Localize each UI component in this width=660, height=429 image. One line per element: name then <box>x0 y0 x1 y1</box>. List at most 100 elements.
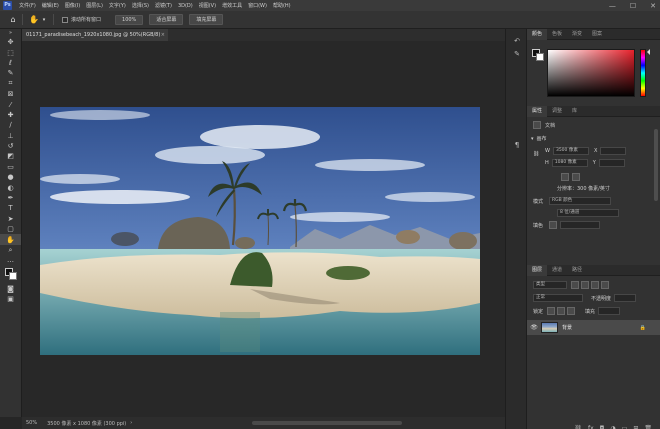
home-icon[interactable]: ⌂ <box>8 15 18 25</box>
layer-style-icon[interactable]: fx <box>588 425 594 429</box>
horizontal-scrollbar[interactable] <box>252 421 402 425</box>
layer-kind-filter[interactable]: 类型 <box>533 281 567 289</box>
adjustment-layer-icon[interactable]: ◑ <box>610 425 615 429</box>
eraser-tool-icon[interactable]: ◩ <box>0 151 21 161</box>
properties-scrollbar[interactable] <box>654 129 658 201</box>
menu-image[interactable]: 图像(I) <box>62 2 83 9</box>
menu-type[interactable]: 文字(Y) <box>106 2 129 9</box>
healing-brush-tool-icon[interactable]: ✚ <box>0 110 21 120</box>
scroll-all-windows-checkbox[interactable] <box>62 16 68 23</box>
chevron-down-icon[interactable]: ▾ <box>531 136 534 142</box>
document-tab[interactable]: 01171_paradisebeach_1920x1080.jpg @ 50%(… <box>22 29 168 41</box>
y-field[interactable] <box>598 159 625 167</box>
path-select-tool-icon[interactable]: ➤ <box>0 214 21 224</box>
tab-properties[interactable]: 属性 <box>527 105 548 117</box>
menu-filter[interactable]: 滤镜(T) <box>152 2 175 9</box>
menu-3d[interactable]: 3D(D) <box>175 3 196 9</box>
lock-position-icon[interactable] <box>557 307 566 315</box>
dodge-tool-icon[interactable]: ◐ <box>0 182 21 192</box>
crop-tool-icon[interactable]: ⌗ <box>0 79 21 89</box>
menu-help[interactable]: 帮助(H) <box>270 2 294 9</box>
history-brush-tool-icon[interactable]: ↺ <box>0 141 21 151</box>
tab-color[interactable]: 颜色 <box>527 28 548 40</box>
quick-mask-icon[interactable]: ◙ <box>0 284 21 294</box>
menu-plugins[interactable]: 增效工具 <box>219 2 245 9</box>
background-color-swatch[interactable] <box>9 271 17 280</box>
menu-layer[interactable]: 图层(L) <box>83 2 106 9</box>
rectangle-tool-icon[interactable]: ▢ <box>0 224 21 234</box>
orientation-portrait-icon[interactable] <box>561 173 569 181</box>
filter-pixel-icon[interactable] <box>571 281 579 289</box>
brush-tool-icon[interactable]: ∕ <box>0 120 21 130</box>
pen-tool-icon[interactable]: ✒ <box>0 193 21 203</box>
width-field[interactable]: 3500 像素 <box>552 147 589 155</box>
lock-all-icon[interactable] <box>567 307 576 315</box>
tab-adjustments[interactable]: 调整 <box>547 106 567 117</box>
layer-name[interactable]: 背景 <box>562 324 572 331</box>
lock-pixels-icon[interactable] <box>547 307 556 315</box>
filter-adjustment-icon[interactable] <box>581 281 589 289</box>
beach-image[interactable] <box>40 107 480 355</box>
layer-row-background[interactable]: 👁 背景 🔒 <box>527 320 660 335</box>
new-group-icon[interactable]: ▭ <box>622 425 628 429</box>
chevron-down-icon[interactable]: ▾ <box>39 15 49 25</box>
hand-tool-icon[interactable]: ✋ <box>0 234 21 245</box>
close-tab-icon[interactable]: × <box>161 29 165 41</box>
tab-layers[interactable]: 图层 <box>527 264 548 276</box>
tab-channels[interactable]: 通道 <box>547 265 567 276</box>
hue-slider-handle[interactable] <box>647 49 650 55</box>
zoom-100-button[interactable]: 100% <box>115 14 144 25</box>
menu-file[interactable]: 文件(F) <box>16 2 39 9</box>
menu-select[interactable]: 选择(S) <box>129 2 152 9</box>
new-layer-icon[interactable]: ⊞ <box>633 425 638 429</box>
opacity-field[interactable] <box>614 294 637 302</box>
panel-background-swatch[interactable] <box>536 53 544 61</box>
history-icon[interactable]: ↶ <box>506 35 528 48</box>
tab-libraries[interactable]: 库 <box>567 106 582 117</box>
menu-window[interactable]: 窗口(W) <box>245 2 270 9</box>
hue-slider[interactable] <box>640 49 646 97</box>
bit-depth-select[interactable]: 8 位/通道 <box>557 209 619 217</box>
visibility-eye-icon[interactable]: 👁 <box>529 324 539 331</box>
zoom-tool-icon[interactable]: ⌕ <box>0 245 21 255</box>
chevron-right-icon[interactable]: › <box>130 420 132 426</box>
orientation-landscape-icon[interactable] <box>572 173 580 181</box>
tab-swatches[interactable]: 色板 <box>547 29 567 40</box>
add-mask-icon[interactable]: ◘ <box>600 425 605 429</box>
layer-lock-icon[interactable]: 🔒 <box>640 325 646 331</box>
tab-paths[interactable]: 路径 <box>567 265 587 276</box>
type-tool-icon[interactable]: T <box>0 203 21 213</box>
move-tool-icon[interactable]: ✥ <box>0 37 21 47</box>
tab-patterns[interactable]: 图案 <box>587 29 607 40</box>
tab-gradients[interactable]: 渐变 <box>567 29 587 40</box>
hand-tool-icon[interactable]: ✋ <box>29 15 39 25</box>
eyedropper-tool-icon[interactable]: ⁄ <box>0 99 21 109</box>
frame-tool-icon[interactable]: ⊠ <box>0 89 21 99</box>
color-picker-field[interactable] <box>547 49 635 97</box>
fit-screen-button[interactable]: 适合屏幕 <box>149 14 184 25</box>
paragraph-icon[interactable]: ¶ <box>506 139 528 152</box>
zoom-level[interactable]: 50% <box>26 420 37 426</box>
delete-layer-icon[interactable]: 🗑 <box>644 425 652 429</box>
collapse-icon[interactable]: » <box>0 29 21 37</box>
fill-color-swatch[interactable] <box>549 221 558 229</box>
quick-select-tool-icon[interactable]: ✎ <box>0 68 21 78</box>
screen-mode-icon[interactable]: ▣ <box>0 294 21 304</box>
gradient-tool-icon[interactable]: ▭ <box>0 162 21 172</box>
lasso-tool-icon[interactable]: ℓ <box>0 58 21 68</box>
link-layers-icon[interactable]: ⛓ <box>574 425 582 429</box>
filter-shape-icon[interactable] <box>601 281 609 289</box>
height-field[interactable]: 1080 像素 <box>551 159 588 167</box>
maximize-icon[interactable]: ☐ <box>630 2 636 10</box>
mode-select[interactable]: RGB 颜色 <box>549 197 612 205</box>
canvas-area[interactable] <box>22 41 505 417</box>
fill-screen-button[interactable]: 填充屏幕 <box>189 14 224 25</box>
color-swatches[interactable] <box>0 266 21 284</box>
fill-select[interactable] <box>560 221 601 229</box>
brush-settings-icon[interactable]: ✎ <box>506 48 528 61</box>
more-tools-icon[interactable]: … <box>0 255 21 265</box>
x-field[interactable] <box>600 147 627 155</box>
link-icon[interactable]: ⛓ <box>533 151 539 157</box>
menu-view[interactable]: 视图(V) <box>196 2 219 9</box>
clone-stamp-tool-icon[interactable]: ⊥ <box>0 131 21 141</box>
